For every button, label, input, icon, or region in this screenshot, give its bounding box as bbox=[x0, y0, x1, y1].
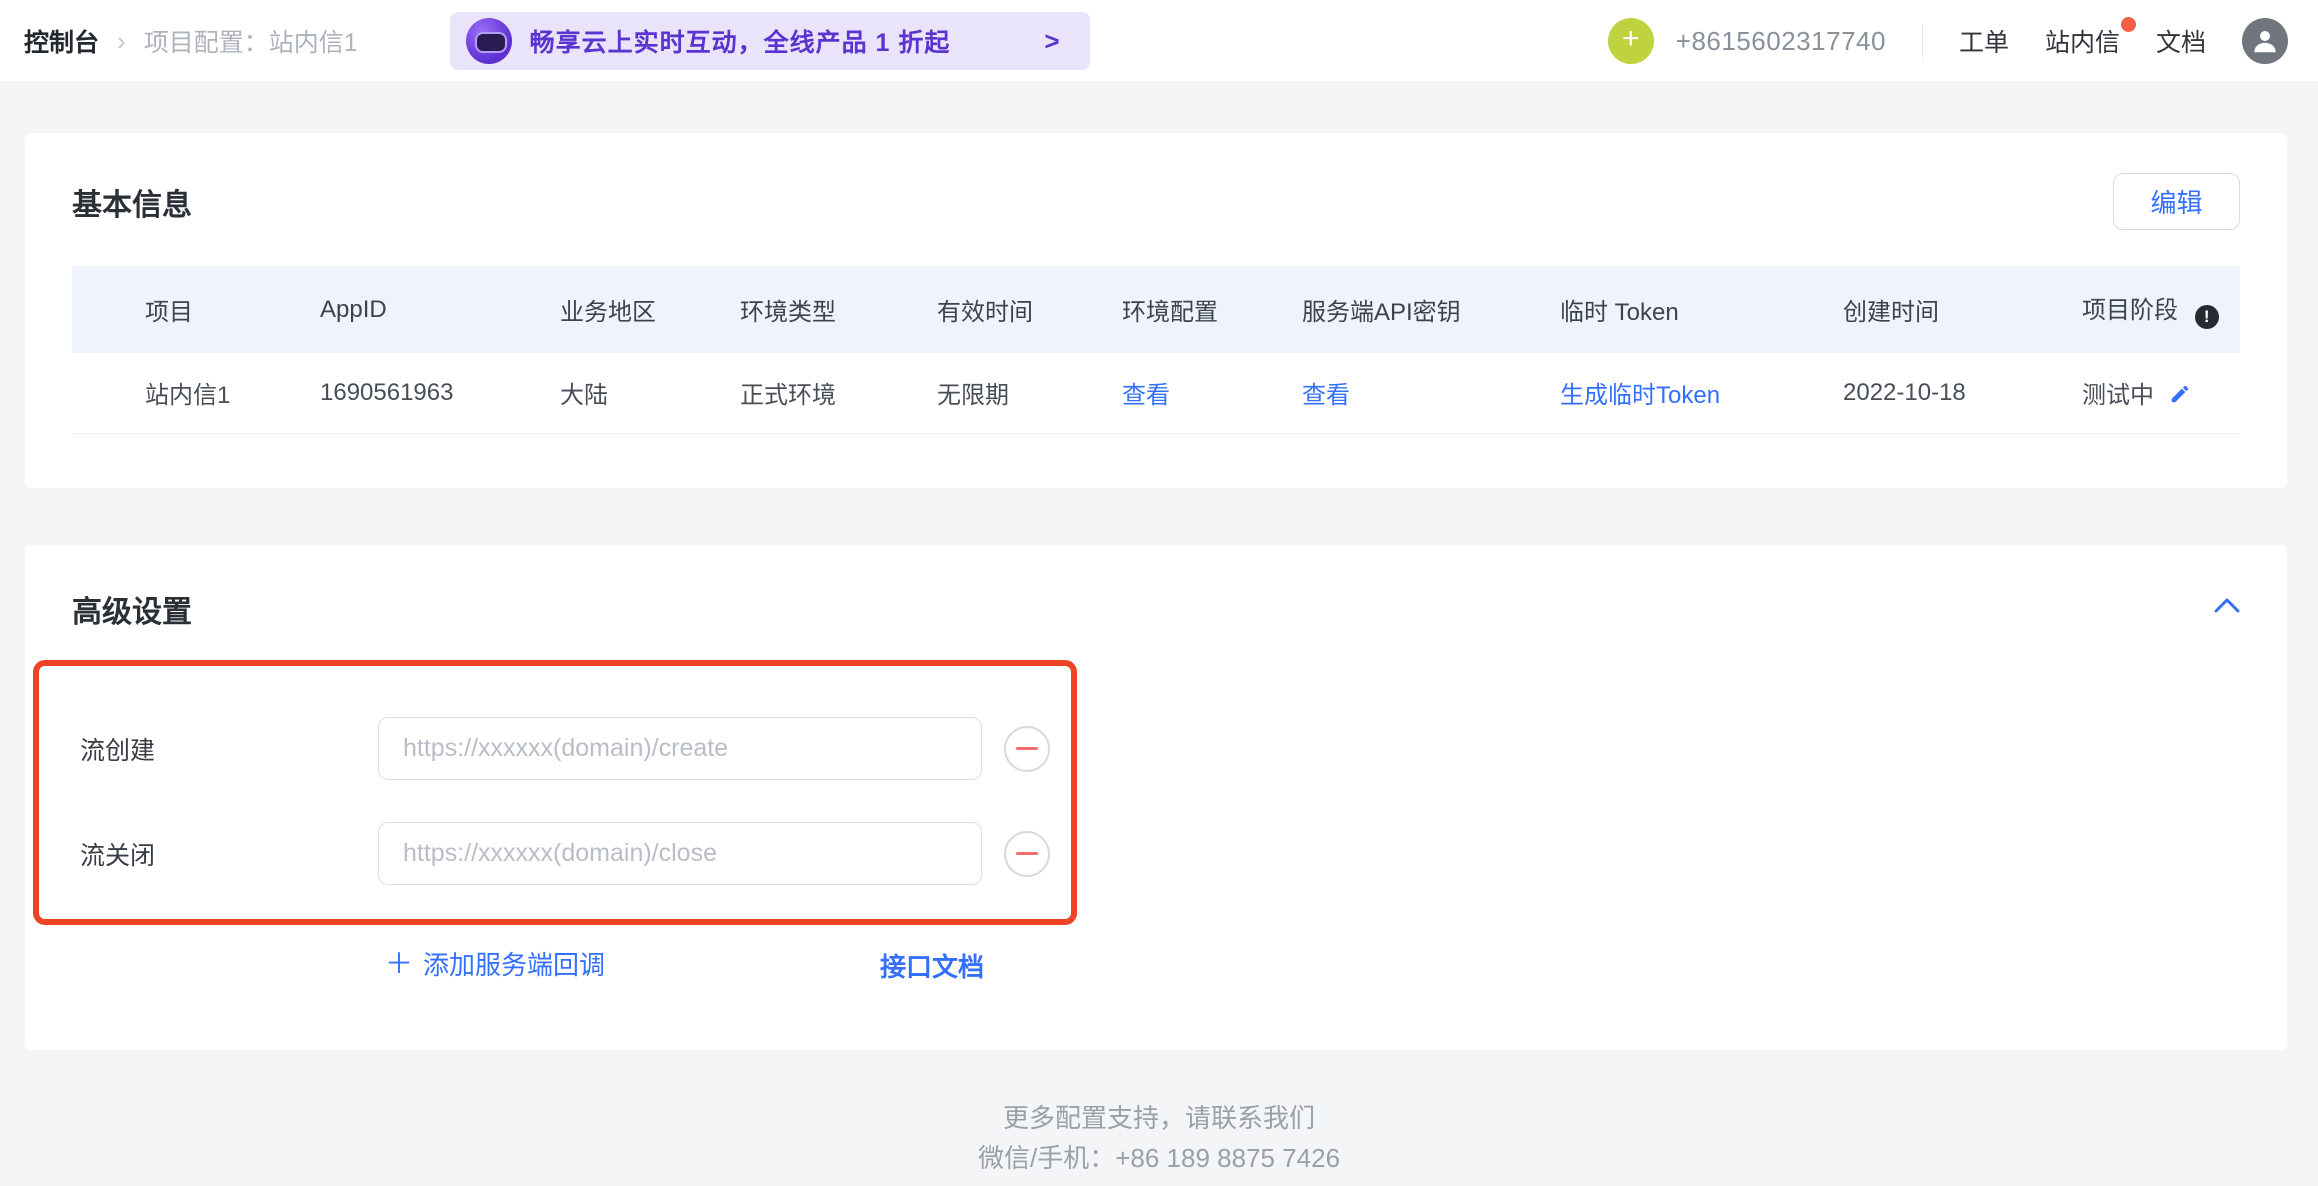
add-callback-label: 添加服务端回调 bbox=[423, 945, 605, 982]
col-api-secret: 服务端API密钥 bbox=[1302, 266, 1560, 353]
col-temp-token: 临时 Token bbox=[1560, 266, 1843, 353]
basic-info-card: 基本信息 编辑 项目 AppID 业务地区 环境类型 有效时间 环境配置 服务端… bbox=[25, 133, 2287, 488]
nav-item-inbox-label: 站内信 bbox=[2045, 29, 2120, 57]
cell-env-config: 查看 bbox=[1122, 353, 1302, 433]
advanced-settings-card: 高级设置 流创建 流关闭 ＋ 添加服务端回调 接口文档 bbox=[25, 545, 2287, 1050]
basic-info-title: 基本信息 bbox=[72, 180, 192, 224]
col-created: 创建时间 bbox=[1843, 266, 2082, 353]
user-icon bbox=[2250, 26, 2280, 56]
table-header-row: 项目 AppID 业务地区 环境类型 有效时间 环境配置 服务端API密钥 临时… bbox=[72, 266, 2240, 353]
advanced-settings-title: 高级设置 bbox=[72, 587, 192, 631]
view-env-config-link[interactable]: 查看 bbox=[1122, 382, 1170, 409]
cell-region: 大陆 bbox=[560, 353, 740, 433]
nav-item-inbox[interactable]: 站内信 bbox=[2045, 23, 2120, 59]
col-valid-time: 有效时间 bbox=[937, 266, 1122, 353]
account-phone-number: +8615602317740 bbox=[1676, 26, 1886, 57]
notification-dot bbox=[2121, 17, 2136, 32]
callback-row-stream-create: 流创建 bbox=[80, 717, 1050, 780]
col-region: 业务地区 bbox=[560, 266, 740, 353]
edit-button[interactable]: 编辑 bbox=[2113, 173, 2240, 230]
api-doc-link[interactable]: 接口文档 bbox=[880, 947, 984, 984]
breadcrumb: 控制台 › 项目配置：站内信1 bbox=[24, 23, 358, 59]
col-env-config: 环境配置 bbox=[1122, 266, 1302, 353]
col-env-type: 环境类型 bbox=[740, 266, 937, 353]
promo-banner[interactable]: 畅享云上实时互动，全线产品 1 折起 > bbox=[450, 12, 1090, 70]
stream-create-label: 流创建 bbox=[80, 731, 378, 767]
stream-create-url-input[interactable] bbox=[378, 717, 982, 780]
cell-temp-token: 生成临时Token bbox=[1560, 353, 1843, 433]
topbar: 控制台 › 项目配置：站内信1 畅享云上实时互动，全线产品 1 折起 > + +… bbox=[0, 0, 2318, 83]
topbar-right: + +8615602317740 工单 站内信 文档 bbox=[1608, 18, 2288, 64]
table-row: 站内信1 1690561963 大陆 正式环境 无限期 查看 查看 生成临时To… bbox=[72, 353, 2240, 433]
col-project: 项目 bbox=[72, 266, 320, 353]
breadcrumb-separator-icon: › bbox=[117, 26, 126, 57]
generate-token-link[interactable]: 生成临时Token bbox=[1560, 382, 1720, 409]
robot-icon bbox=[466, 18, 512, 64]
cell-created: 2022-10-18 bbox=[1843, 353, 2082, 433]
breadcrumb-current: 项目配置：站内信1 bbox=[144, 23, 358, 59]
remove-callback-button[interactable] bbox=[1004, 726, 1050, 772]
remove-callback-button[interactable] bbox=[1004, 831, 1050, 877]
chevron-up-icon bbox=[2214, 597, 2240, 614]
arrow-right-icon: > bbox=[1044, 26, 1059, 57]
stream-close-url-input[interactable] bbox=[378, 822, 982, 885]
footer-contact-text: 微信/手机：+86 189 8875 7426 bbox=[0, 1138, 2318, 1178]
cell-valid-time: 无限期 bbox=[937, 353, 1122, 433]
minus-icon bbox=[1016, 747, 1038, 750]
footer: 更多配置支持，请联系我们 微信/手机：+86 189 8875 7426 bbox=[0, 1098, 2318, 1178]
stage-value: 测试中 bbox=[2082, 382, 2154, 409]
avatar[interactable] bbox=[2242, 18, 2288, 64]
col-stage: 项目阶段 ! bbox=[2082, 266, 2240, 353]
breadcrumb-console[interactable]: 控制台 bbox=[24, 23, 99, 59]
view-api-secret-link[interactable]: 查看 bbox=[1302, 382, 1350, 409]
cell-stage: 测试中 bbox=[2082, 353, 2240, 433]
col-appid: AppID bbox=[320, 266, 560, 353]
nav-item-tickets[interactable]: 工单 bbox=[1959, 23, 2009, 59]
promo-banner-text: 畅享云上实时互动，全线产品 1 折起 bbox=[530, 23, 951, 59]
cell-api-secret: 查看 bbox=[1302, 353, 1560, 433]
info-icon[interactable]: ! bbox=[2195, 305, 2219, 329]
divider bbox=[1922, 24, 1923, 58]
footer-support-text: 更多配置支持，请联系我们 bbox=[0, 1098, 2318, 1138]
callback-row-stream-close: 流关闭 bbox=[80, 822, 1050, 885]
nav-item-docs[interactable]: 文档 bbox=[2156, 23, 2206, 59]
cell-env-type: 正式环境 bbox=[740, 353, 937, 433]
edit-stage-pencil-icon[interactable] bbox=[2169, 383, 2191, 405]
plus-badge-icon[interactable]: + bbox=[1608, 18, 1654, 64]
project-info-table: 项目 AppID 业务地区 环境类型 有效时间 环境配置 服务端API密钥 临时… bbox=[72, 266, 2240, 434]
cell-project: 站内信1 bbox=[72, 353, 320, 433]
cell-appid: 1690561963 bbox=[320, 353, 560, 433]
stream-close-label: 流关闭 bbox=[80, 836, 378, 872]
plus-icon: ＋ bbox=[385, 951, 413, 977]
annotation-highlight-box bbox=[33, 660, 1077, 925]
collapse-section-button[interactable] bbox=[2214, 597, 2240, 617]
minus-icon bbox=[1016, 852, 1038, 855]
add-callback-link[interactable]: ＋ 添加服务端回调 bbox=[385, 945, 605, 982]
